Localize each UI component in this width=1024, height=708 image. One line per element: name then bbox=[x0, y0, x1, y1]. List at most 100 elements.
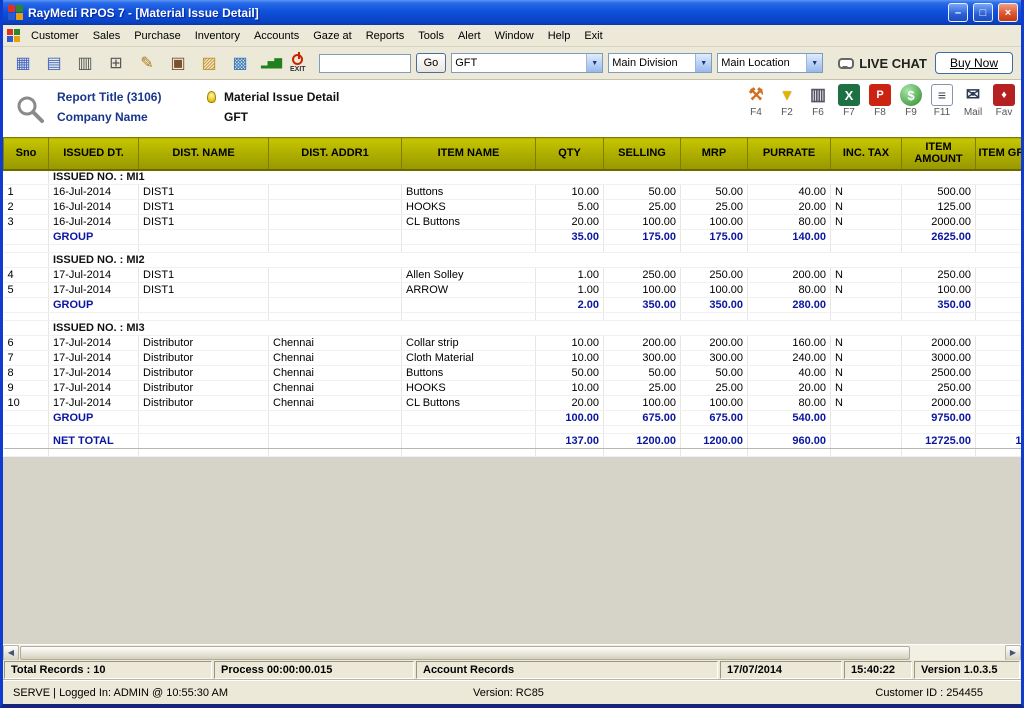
menu-purchase[interactable]: Purchase bbox=[127, 27, 187, 45]
display-icon[interactable]: ▩ bbox=[228, 51, 252, 75]
menu-reports[interactable]: Reports bbox=[359, 27, 412, 45]
table-row[interactable]: 316-Jul-2014DIST1CL Buttons20.00100.0010… bbox=[4, 215, 1022, 230]
menu-help[interactable]: Help bbox=[541, 27, 578, 45]
print-icon[interactable]: ▥ bbox=[73, 51, 97, 75]
scroll-right-icon[interactable]: ▶ bbox=[1005, 645, 1021, 661]
table-row[interactable]: 417-Jul-2014DIST1Allen Solley1.00250.002… bbox=[4, 268, 1022, 283]
table-row[interactable]: 116-Jul-2014DIST1Buttons10.0050.0050.004… bbox=[4, 185, 1022, 200]
table-cell bbox=[604, 245, 681, 253]
table-cell bbox=[269, 200, 402, 215]
table-cell bbox=[748, 245, 831, 253]
column-header[interactable]: INC. TAX bbox=[831, 138, 902, 170]
folder-icon[interactable]: ▨ bbox=[197, 51, 221, 75]
mail-icon[interactable]: ✉Mail bbox=[962, 84, 984, 118]
menu-customer[interactable]: Customer bbox=[24, 27, 86, 45]
table-cell bbox=[4, 245, 49, 253]
menu-window[interactable]: Window bbox=[488, 27, 541, 45]
table-row[interactable]: 917-Jul-2014DistributorChennaiHOOKS10.00… bbox=[4, 381, 1022, 396]
table-cell: 25.00 bbox=[604, 200, 681, 215]
money-icon[interactable]: $F9 bbox=[900, 84, 922, 118]
favorites-icon[interactable]: ♦Fav bbox=[993, 84, 1015, 118]
table-cell bbox=[49, 449, 139, 457]
maximize-button[interactable]: □ bbox=[973, 3, 993, 22]
table-cell bbox=[402, 434, 536, 449]
column-header[interactable]: ITEM AMOUNT bbox=[902, 138, 976, 170]
spacer-row bbox=[4, 449, 1022, 457]
table-cell: 350.00 bbox=[604, 298, 681, 313]
table-cell bbox=[139, 313, 269, 321]
group-header-row: ISSUED NO. : MI3 bbox=[4, 321, 1022, 336]
table-cell bbox=[536, 426, 604, 434]
column-header[interactable]: SELLING bbox=[604, 138, 681, 170]
search-input[interactable] bbox=[319, 54, 411, 73]
menu-tools[interactable]: Tools bbox=[411, 27, 451, 45]
table-cell: DIST1 bbox=[139, 200, 269, 215]
table-cell: Chennai bbox=[269, 396, 402, 411]
excel-icon[interactable]: XF7 bbox=[838, 84, 860, 118]
table-row[interactable]: 216-Jul-2014DIST1HOOKS5.0025.0025.0020.0… bbox=[4, 200, 1022, 215]
ledger-icon[interactable]: ▣ bbox=[166, 51, 190, 75]
menu-inventory[interactable]: Inventory bbox=[188, 27, 247, 45]
column-header[interactable]: QTY bbox=[536, 138, 604, 170]
table-cell: 240.00 bbox=[748, 351, 831, 366]
menu-accounts[interactable]: Accounts bbox=[247, 27, 306, 45]
menu-gaze-at[interactable]: Gaze at bbox=[306, 27, 359, 45]
export-icon[interactable]: ▤ bbox=[42, 51, 66, 75]
money-glyph: $ bbox=[900, 84, 922, 106]
menu-exit[interactable]: Exit bbox=[577, 27, 609, 45]
buy-now-button[interactable]: Buy Now bbox=[935, 52, 1013, 74]
notes-icon[interactable]: ≡F11 bbox=[931, 84, 953, 118]
table-cell: 2000.00 bbox=[902, 396, 976, 411]
column-header[interactable]: Sno bbox=[4, 138, 49, 170]
column-header[interactable]: DIST. ADDR1 bbox=[269, 138, 402, 170]
chart-icon[interactable]: ▂▅▇ bbox=[259, 51, 283, 75]
division-dropdown[interactable]: Main Division ▼ bbox=[608, 53, 712, 73]
column-header[interactable]: DIST. NAME bbox=[139, 138, 269, 170]
table-row[interactable]: 1017-Jul-2014DistributorChennaiCL Button… bbox=[4, 396, 1022, 411]
total-row: GROUP2.00350.00350.00280.00350.00350 bbox=[4, 298, 1022, 313]
table-row[interactable]: 817-Jul-2014DistributorChennaiButtons50.… bbox=[4, 366, 1022, 381]
menu-sales[interactable]: Sales bbox=[86, 27, 128, 45]
table-cell: 100 bbox=[976, 283, 1022, 298]
table-cell bbox=[139, 230, 269, 245]
chevron-down-icon: ▼ bbox=[695, 54, 711, 72]
live-chat-link[interactable]: LIVE CHAT bbox=[838, 56, 927, 71]
calculator-icon[interactable]: ⊞ bbox=[104, 51, 128, 75]
table-cell: 137.00 bbox=[536, 434, 604, 449]
table-cell bbox=[4, 298, 49, 313]
horizontal-scrollbar[interactable]: ◀ ▶ bbox=[3, 644, 1021, 660]
column-header[interactable]: ITEM NAME bbox=[402, 138, 536, 170]
table-cell: Buttons bbox=[402, 366, 536, 381]
scrollbar-thumb[interactable] bbox=[20, 646, 910, 660]
notepad-icon[interactable]: ✎ bbox=[135, 51, 159, 75]
table-cell: 40.00 bbox=[748, 366, 831, 381]
scroll-left-icon[interactable]: ◀ bbox=[3, 645, 19, 661]
table-row[interactable]: 717-Jul-2014DistributorChennaiCloth Mate… bbox=[4, 351, 1022, 366]
time-panel: 15:40:22 bbox=[844, 661, 912, 679]
minimize-button[interactable]: – bbox=[948, 3, 968, 22]
table-cell bbox=[536, 313, 604, 321]
column-header[interactable]: ITEM GROSS bbox=[976, 138, 1022, 170]
table-cell: Chennai bbox=[269, 366, 402, 381]
go-button[interactable]: Go bbox=[416, 53, 447, 73]
table-row[interactable]: 617-Jul-2014DistributorChennaiCollar str… bbox=[4, 336, 1022, 351]
exit-button[interactable]: EXIT bbox=[290, 53, 306, 73]
table-cell: 80.00 bbox=[748, 215, 831, 230]
printer-icon[interactable]: ▥F6 bbox=[807, 84, 829, 118]
column-header[interactable]: ISSUED DT. bbox=[49, 138, 139, 170]
process-time-panel: Process 00:00:00.015 bbox=[214, 661, 414, 679]
pdf-icon[interactable]: PF8 bbox=[869, 84, 891, 118]
company-dropdown[interactable]: GFT ▼ bbox=[451, 53, 603, 73]
location-dropdown[interactable]: Main Location ▼ bbox=[717, 53, 823, 73]
menu-alert[interactable]: Alert bbox=[451, 27, 488, 45]
mail-glyph: ✉ bbox=[962, 84, 984, 106]
column-header[interactable]: PURRATE bbox=[748, 138, 831, 170]
table-cell bbox=[402, 230, 536, 245]
close-button[interactable]: × bbox=[998, 3, 1018, 22]
table-cell bbox=[402, 449, 536, 457]
tools-icon[interactable]: ⚒F4 bbox=[745, 84, 767, 118]
table-row[interactable]: 517-Jul-2014DIST1ARROW1.00100.00100.0080… bbox=[4, 283, 1022, 298]
filter-icon[interactable]: ▼F2 bbox=[776, 84, 798, 118]
views-icon[interactable]: ▦ bbox=[11, 51, 35, 75]
column-header[interactable]: MRP bbox=[681, 138, 748, 170]
